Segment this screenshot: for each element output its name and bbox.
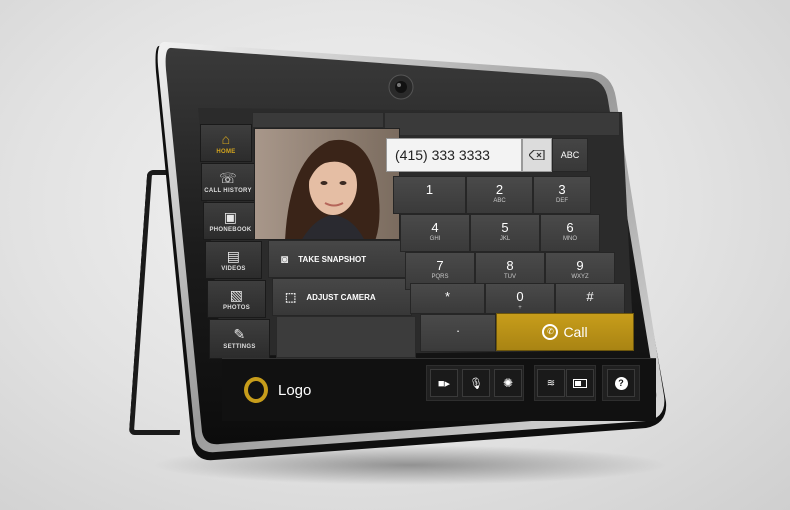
key-6[interactable]: 6 MNO (540, 214, 600, 252)
key-letters: PQRS (431, 274, 449, 280)
nav-call-history[interactable]: ☏ CALL HISTORY (201, 163, 255, 201)
key-digit: 6 (566, 220, 574, 235)
key-letters: GHI (429, 236, 441, 242)
key-3[interactable]: 3 DEF (533, 176, 591, 214)
key-digit: 5 (501, 220, 509, 235)
nav-photos[interactable]: ▧ PHOTOS (207, 280, 266, 318)
logo-text: Logo (278, 381, 312, 399)
adjust-camera-icon: ⬚ (285, 290, 297, 304)
key-digit: * (444, 289, 451, 304)
videos-icon: ▤ (226, 248, 241, 264)
key-dot-digit: . (456, 320, 460, 335)
video-preview[interactable] (254, 128, 400, 240)
number-display[interactable]: (415) 333 3333 (386, 138, 522, 172)
empty-action-slot (276, 316, 416, 358)
logo-ring-icon (244, 377, 268, 403)
battery-icon (573, 378, 587, 388)
dialed-number: (415) 333 3333 (395, 147, 490, 163)
settings-icon: ✎ (233, 326, 246, 342)
key-1[interactable]: 1 (393, 176, 466, 214)
adjust-camera-label: ADJUST CAMERA (306, 292, 376, 302)
key-digit: # (586, 289, 594, 304)
backspace-button[interactable] (522, 138, 552, 172)
screen: ⌂ HOME ☏ CALL HISTORY ▣ PHONEBOOK ▤ VIDE… (0, 0, 790, 510)
phonebook-icon: ▣ (223, 209, 238, 225)
take-snapshot-label: TAKE SNAPSHOT (298, 254, 367, 264)
key-digit: 7 (436, 258, 444, 273)
help-icon: ? (614, 376, 628, 390)
logo: Logo (244, 377, 311, 403)
backspace-icon (529, 150, 545, 160)
help-button[interactable]: ? (607, 369, 635, 397)
video-camera-icon: ■▸ (437, 377, 451, 390)
key-letters: MNO (563, 236, 577, 242)
call-history-icon: ☏ (219, 170, 237, 186)
microphone-icon: 🎙 (469, 377, 483, 390)
wifi-icon: ≋ (546, 377, 556, 389)
battery-button[interactable] (566, 369, 594, 397)
key-2[interactable]: 2 ABC (466, 176, 533, 214)
nav-settings[interactable]: ✎ SETTINGS (209, 319, 270, 359)
wifi-button[interactable]: ≋ (537, 369, 565, 397)
loading-spinner-icon: ✺ (502, 376, 514, 390)
microphone-button[interactable]: 🎙 (462, 369, 490, 397)
key-letters: + (518, 305, 522, 311)
video-camera-button[interactable]: ■▸ (430, 369, 458, 397)
header-strip (252, 112, 384, 128)
key-digit: 0 (516, 289, 524, 304)
person-portrait-image (255, 129, 399, 239)
abc-mode-label: ABC (560, 150, 580, 160)
nav-home-label: HOME (216, 149, 236, 155)
key-star[interactable]: * (410, 283, 485, 314)
key-letters: DEF (556, 198, 568, 204)
key-hash[interactable]: # (555, 283, 625, 314)
dialer-header-strip (384, 112, 620, 136)
key-dot[interactable]: . (420, 314, 496, 352)
nav-videos-label: VIDEOS (221, 266, 246, 272)
key-digit: 3 (558, 182, 566, 197)
call-button[interactable]: ✆ Call (496, 313, 634, 351)
key-letters: TUV (504, 274, 516, 280)
key-letters: WXYZ (571, 274, 589, 280)
key-digit: 9 (576, 258, 584, 273)
nav-call-history-label: CALL HISTORY (204, 188, 252, 194)
bottom-bar: Logo ■▸ 🎙 ✺ ≋ ? (222, 358, 656, 421)
key-digit: 2 (495, 182, 504, 197)
key-digit: 8 (506, 258, 514, 273)
adjust-camera-button[interactable]: ⬚ ADJUST CAMERA (272, 278, 412, 316)
key-0[interactable]: 0 + (485, 283, 555, 314)
loading-button[interactable]: ✺ (494, 369, 522, 397)
home-icon: ⌂ (221, 131, 231, 147)
take-snapshot-button[interactable]: ◙ TAKE SNAPSHOT (268, 240, 408, 278)
nav-home[interactable]: ⌂ HOME (200, 124, 252, 162)
key-digit: 4 (431, 220, 439, 235)
photos-icon: ▧ (229, 287, 244, 303)
key-digit: 1 (425, 182, 434, 197)
nav-photos-label: PHOTOS (222, 305, 251, 311)
call-label: Call (563, 324, 588, 340)
nav-settings-label: SETTINGS (223, 344, 256, 350)
key-letters: ABC (493, 198, 506, 204)
key-4[interactable]: 4 GHI (400, 214, 470, 252)
key-5[interactable]: 5 JKL (470, 214, 540, 252)
key-letters: JKL (499, 236, 511, 242)
camera-icon: ◙ (281, 252, 289, 266)
nav-phonebook-label: PHONEBOOK (209, 227, 252, 233)
nav-phonebook[interactable]: ▣ PHONEBOOK (203, 202, 258, 240)
abc-mode-button[interactable]: ABC (552, 138, 588, 172)
nav-videos[interactable]: ▤ VIDEOS (205, 241, 262, 279)
call-icon: ✆ (542, 324, 559, 340)
